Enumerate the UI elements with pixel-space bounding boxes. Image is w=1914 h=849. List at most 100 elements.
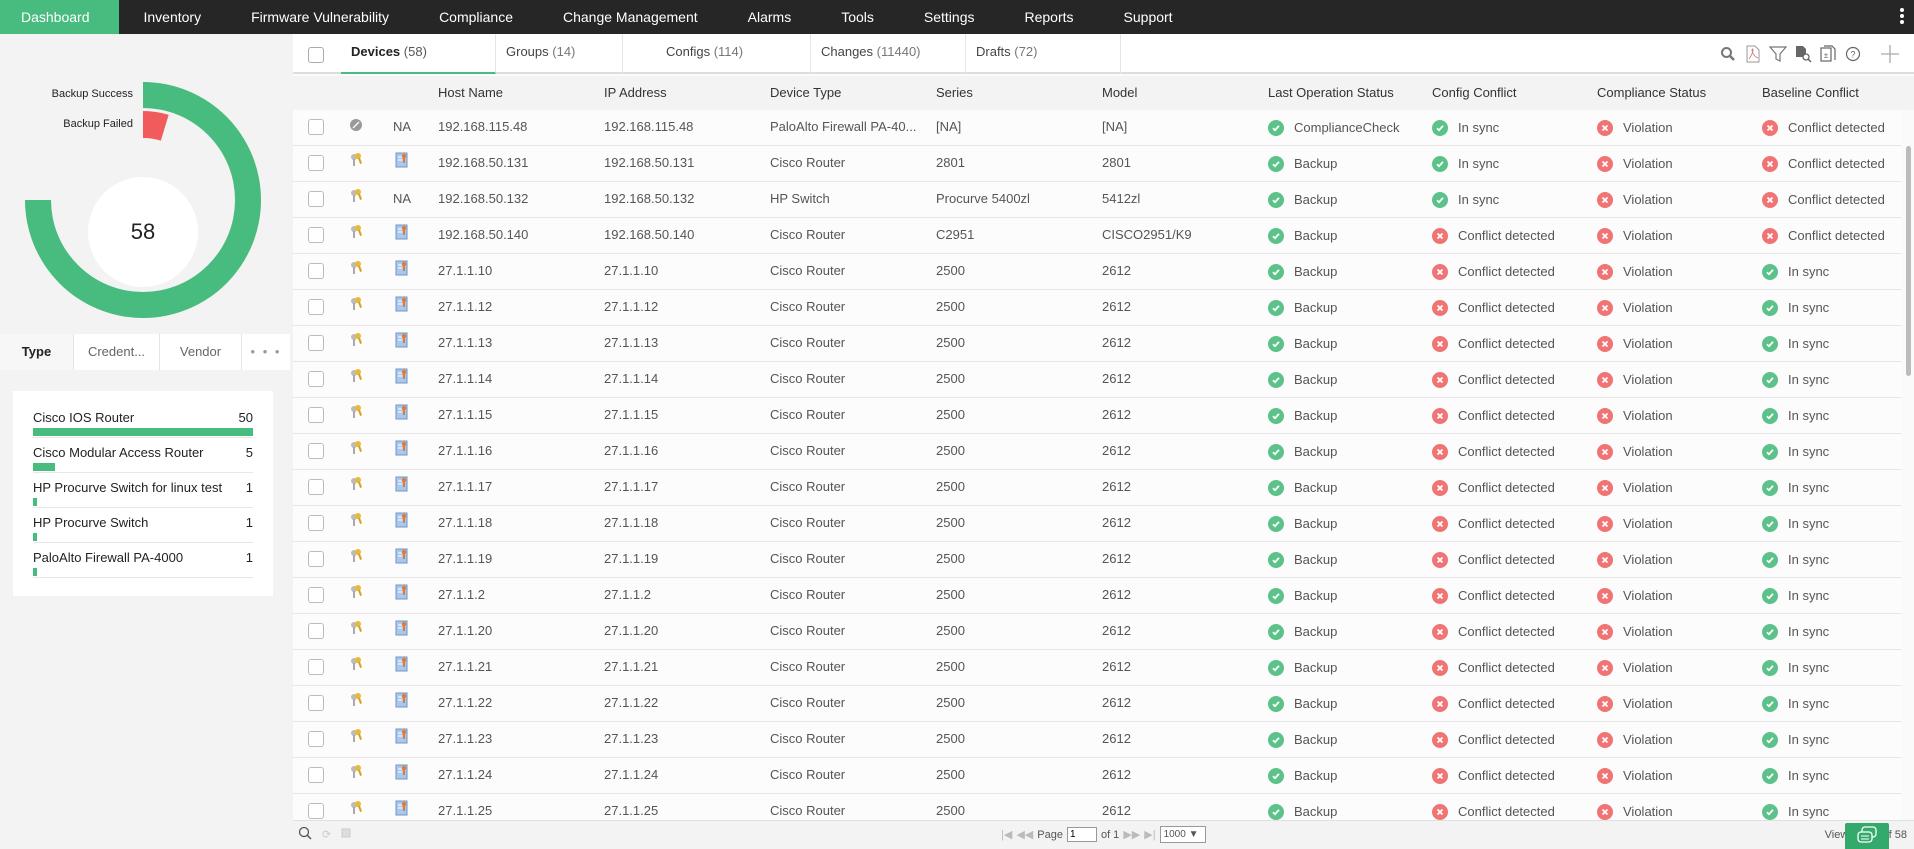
certificate-icon[interactable] xyxy=(395,147,409,183)
row-checkbox[interactable] xyxy=(308,731,324,747)
add-icon[interactable] xyxy=(1878,44,1902,64)
host-name[interactable]: 27.1.1.13 xyxy=(438,326,492,362)
table-row[interactable]: 27.1.1.19 27.1.1.19 Cisco Router 2500 26… xyxy=(293,542,1901,578)
row-checkbox[interactable] xyxy=(308,515,324,531)
table-row[interactable]: 27.1.1.2 27.1.1.2 Cisco Router 2500 2612… xyxy=(293,578,1901,614)
certificate-icon[interactable] xyxy=(395,651,409,687)
column-header-series[interactable]: Series xyxy=(936,76,973,110)
row-checkbox[interactable] xyxy=(308,335,324,351)
columns-icon[interactable] xyxy=(341,828,351,841)
row-checkbox[interactable] xyxy=(308,623,324,639)
prev-page-button[interactable]: ◀◀ xyxy=(1016,828,1033,841)
host-name[interactable]: 27.1.1.14 xyxy=(438,362,492,398)
search-icon[interactable] xyxy=(1718,44,1738,64)
donut-slice-backup-failed[interactable] xyxy=(143,111,169,141)
table-row[interactable]: 27.1.1.23 27.1.1.23 Cisco Router 2500 26… xyxy=(293,722,1901,758)
table-row[interactable]: NA 192.168.50.132 192.168.50.132 HP Swit… xyxy=(293,182,1901,218)
certificate-icon[interactable] xyxy=(395,723,409,759)
row-checkbox[interactable] xyxy=(308,695,324,711)
host-name[interactable]: 192.168.50.140 xyxy=(438,218,528,254)
tab-groups[interactable]: Groups (14) xyxy=(496,34,623,74)
credential-key-icon[interactable] xyxy=(349,333,365,351)
row-checkbox[interactable] xyxy=(308,443,324,459)
filter-icon[interactable] xyxy=(1768,44,1788,64)
row-checkbox[interactable] xyxy=(308,551,324,567)
vertical-scrollbar[interactable] xyxy=(1906,146,1911,376)
nav-compliance[interactable]: Compliance xyxy=(414,0,538,34)
credential-key-icon[interactable] xyxy=(349,621,365,639)
host-name[interactable]: 27.1.1.17 xyxy=(438,470,492,506)
table-row[interactable]: 27.1.1.16 27.1.1.16 Cisco Router 2500 26… xyxy=(293,434,1901,470)
nav-dashboard[interactable]: Dashboard xyxy=(0,0,119,34)
nav-tools[interactable]: Tools xyxy=(816,0,899,34)
compare-icon[interactable]: ± xyxy=(1818,44,1838,64)
host-name[interactable]: 27.1.1.22 xyxy=(438,686,492,722)
host-name[interactable]: 192.168.50.132 xyxy=(438,182,528,218)
nav-reports[interactable]: Reports xyxy=(1000,0,1099,34)
credential-key-icon[interactable] xyxy=(349,477,365,495)
column-header-last-operation-status[interactable]: Last Operation Status xyxy=(1268,76,1394,110)
host-name[interactable]: 27.1.1.10 xyxy=(438,254,492,290)
host-name[interactable]: 27.1.1.20 xyxy=(438,614,492,650)
row-checkbox[interactable] xyxy=(308,263,324,279)
certificate-icon[interactable] xyxy=(395,687,409,723)
column-header-baseline-conflict[interactable]: Baseline Conflict xyxy=(1762,76,1859,110)
credential-key-icon[interactable] xyxy=(349,225,365,243)
table-row[interactable]: 27.1.1.21 27.1.1.21 Cisco Router 2500 26… xyxy=(293,650,1901,686)
row-checkbox[interactable] xyxy=(308,299,324,315)
credential-key-icon[interactable] xyxy=(349,405,365,423)
type-list-item[interactable]: HP Procurve Switch 1 xyxy=(33,508,253,543)
certificate-icon[interactable] xyxy=(395,543,409,579)
table-row[interactable]: 27.1.1.15 27.1.1.15 Cisco Router 2500 26… xyxy=(293,398,1901,434)
row-checkbox[interactable] xyxy=(308,119,324,135)
nav-alarms[interactable]: Alarms xyxy=(723,0,817,34)
row-checkbox[interactable] xyxy=(308,803,324,819)
credential-key-icon[interactable] xyxy=(349,153,365,171)
row-checkbox[interactable] xyxy=(308,371,324,387)
certificate-icon[interactable] xyxy=(395,363,409,399)
host-name[interactable]: 192.168.115.48 xyxy=(438,110,527,146)
credential-key-icon[interactable] xyxy=(349,369,365,387)
certificate-icon[interactable] xyxy=(395,507,409,543)
table-row[interactable]: 192.168.50.140 192.168.50.140 Cisco Rout… xyxy=(293,218,1901,254)
help-icon[interactable]: ? xyxy=(1843,44,1863,64)
host-name[interactable]: 27.1.1.16 xyxy=(438,434,492,470)
credential-key-icon[interactable] xyxy=(349,729,365,747)
certificate-icon[interactable] xyxy=(395,255,409,291)
table-row[interactable]: NA 192.168.115.48 192.168.115.48 PaloAlt… xyxy=(293,110,1901,146)
chat-button[interactable] xyxy=(1845,823,1889,849)
column-header-model[interactable]: Model xyxy=(1102,76,1137,110)
credential-key-icon[interactable] xyxy=(349,261,365,279)
last-page-button[interactable]: ▶| xyxy=(1144,828,1155,841)
table-row[interactable]: 27.1.1.12 27.1.1.12 Cisco Router 2500 26… xyxy=(293,290,1901,326)
tab-more[interactable]: • • • xyxy=(242,334,290,370)
host-name[interactable]: 27.1.1.24 xyxy=(438,758,492,794)
nav-settings[interactable]: Settings xyxy=(899,0,1000,34)
host-name[interactable]: 27.1.1.25 xyxy=(438,794,492,820)
host-name[interactable]: 192.168.50.131 xyxy=(438,146,528,182)
host-name[interactable]: 27.1.1.15 xyxy=(438,398,492,434)
column-header-config-conflict[interactable]: Config Conflict xyxy=(1432,76,1517,110)
column-header-ip-address[interactable]: IP Address xyxy=(604,76,667,110)
column-header-host-name[interactable]: Host Name xyxy=(438,76,503,110)
tab-vendor[interactable]: Vendor xyxy=(160,334,242,370)
tab-type[interactable]: Type xyxy=(0,334,74,370)
certificate-icon[interactable] xyxy=(395,399,409,435)
tab-drafts[interactable]: Drafts (72) xyxy=(966,34,1121,74)
credential-key-icon[interactable] xyxy=(349,657,365,675)
table-row[interactable]: 27.1.1.18 27.1.1.18 Cisco Router 2500 26… xyxy=(293,506,1901,542)
credential-key-icon[interactable] xyxy=(349,189,365,207)
table-row[interactable]: 27.1.1.10 27.1.1.10 Cisco Router 2500 26… xyxy=(293,254,1901,290)
certificate-icon[interactable] xyxy=(395,759,409,795)
credential-key-icon[interactable] xyxy=(349,801,365,819)
credential-key-icon[interactable] xyxy=(349,513,365,531)
host-name[interactable]: 27.1.1.21 xyxy=(438,650,492,686)
row-checkbox[interactable] xyxy=(308,479,324,495)
row-checkbox[interactable] xyxy=(308,227,324,243)
certificate-icon[interactable] xyxy=(395,327,409,363)
host-name[interactable]: 27.1.1.12 xyxy=(438,290,492,326)
nav-support[interactable]: Support xyxy=(1099,0,1198,34)
nav-change-management[interactable]: Change Management xyxy=(538,0,723,34)
host-name[interactable]: 27.1.1.19 xyxy=(438,542,492,578)
next-page-button[interactable]: ▶▶ xyxy=(1123,828,1140,841)
